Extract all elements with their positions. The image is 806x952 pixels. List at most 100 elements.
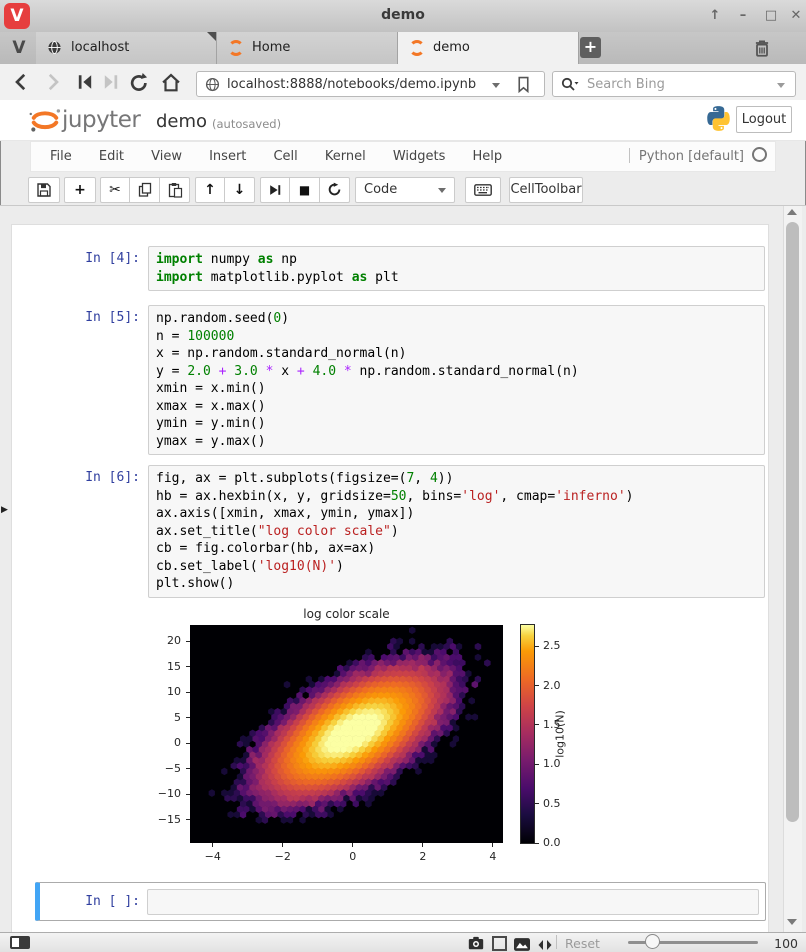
- cell-type-select[interactable]: Code: [355, 177, 455, 203]
- copy-cell-button[interactable]: [130, 177, 160, 203]
- x-tick-mark: [492, 843, 493, 847]
- address-bar[interactable]: localhost:8888/notebooks/demo.ipynb: [196, 71, 545, 97]
- window-rollup-button[interactable]: ↑: [705, 7, 725, 25]
- vivaldi-menu-button[interactable]: V: [8, 37, 30, 59]
- y-tick-label: 0: [148, 736, 181, 749]
- move-cell-up-button[interactable]: ↑: [195, 177, 225, 203]
- globe-icon: [47, 40, 62, 59]
- menu-file[interactable]: File: [31, 142, 83, 171]
- page-actions-button[interactable]: [537, 936, 553, 952]
- new-tab-button[interactable]: +: [580, 37, 601, 58]
- hexbin-plot: [190, 625, 503, 843]
- home-button[interactable]: [160, 72, 182, 92]
- y-tick-label: −10: [148, 787, 181, 800]
- colorbar-tick-mark: [535, 646, 539, 647]
- search-engine-icon[interactable]: [561, 77, 579, 96]
- menu-cell[interactable]: Cell: [262, 142, 308, 171]
- y-tick-label: −15: [148, 813, 181, 826]
- zoom-reset-button[interactable]: Reset: [565, 936, 600, 951]
- save-button[interactable]: [28, 177, 60, 203]
- kernel-name: Python [default]: [639, 149, 744, 164]
- cell-toolbar-button[interactable]: CellToolbar: [509, 177, 583, 203]
- cell-prompt: In [6]:: [20, 469, 140, 487]
- command-palette-button[interactable]: [465, 177, 501, 203]
- colorbar: [521, 625, 534, 843]
- keyboard-icon: [474, 184, 492, 196]
- kernel-separator: [629, 148, 630, 163]
- scrollbar-up-icon[interactable]: [787, 209, 797, 215]
- selected-empty-cell[interactable]: In [ ]:: [35, 882, 766, 921]
- jupyter-favicon-icon: [228, 40, 244, 56]
- colorbar-tick-mark: [535, 724, 539, 725]
- url-dropdown-icon[interactable]: [492, 83, 500, 88]
- add-cell-button[interactable]: +: [64, 177, 96, 203]
- panel-toggle-button[interactable]: [10, 936, 30, 949]
- menu-view[interactable]: View: [140, 142, 193, 171]
- y-tick-mark: [186, 641, 190, 642]
- empty-code-input[interactable]: [147, 889, 759, 915]
- code-cell-input[interactable]: fig, ax = plt.subplots(figsize=(7, 4))hb…: [148, 465, 765, 598]
- move-cell-down-button[interactable]: ↓: [225, 177, 255, 203]
- scrollbar-thumb[interactable]: [786, 222, 799, 822]
- vivaldi-browser-window: V demo ↑ – □ ✕ V localhost Home demo +: [0, 0, 806, 952]
- interrupt-kernel-button[interactable]: ■: [290, 177, 320, 203]
- menu-help[interactable]: Help: [461, 142, 513, 171]
- code-cell-input[interactable]: import numpy as npimport matplotlib.pypl…: [148, 246, 765, 291]
- scrollbar-down-icon[interactable]: [787, 919, 797, 925]
- colorbar-tick-mark: [535, 803, 539, 804]
- capture-page-button[interactable]: [468, 935, 484, 952]
- url-text[interactable]: localhost:8888/notebooks/demo.ipynb: [227, 77, 476, 92]
- menu-widgets[interactable]: Widgets: [382, 142, 457, 171]
- run-cell-button[interactable]: [260, 177, 290, 203]
- fast-forward-button[interactable]: [102, 72, 124, 92]
- jupyter-logo-text[interactable]: jupyter: [62, 107, 140, 133]
- trash-icon[interactable]: [753, 38, 771, 62]
- rewind-button[interactable]: [76, 72, 98, 92]
- notebook-menubar: File Edit View Insert Cell Kernel Widget…: [30, 141, 776, 172]
- menu-kernel[interactable]: Kernel: [314, 142, 377, 171]
- tiling-toggle-button[interactable]: [492, 936, 507, 951]
- colorbar-tick-label: 0.0: [543, 836, 569, 849]
- window-close-button[interactable]: ✕: [786, 7, 806, 25]
- bookmark-icon[interactable]: [517, 76, 530, 97]
- camera-icon: [468, 936, 484, 950]
- tab-label: Home: [252, 40, 290, 55]
- back-button[interactable]: [12, 72, 34, 92]
- tab-localhost[interactable]: localhost: [36, 32, 217, 64]
- zoom-slider-knob[interactable]: [645, 934, 660, 949]
- cell-prompt: In [5]:: [20, 309, 140, 327]
- zoom-level: 100 %: [766, 936, 798, 952]
- tab-home[interactable]: Home: [217, 32, 398, 64]
- window-maximize-button[interactable]: □: [761, 7, 781, 25]
- notebook-title[interactable]: demo: [156, 111, 207, 132]
- image-toggle-button[interactable]: [514, 936, 530, 952]
- run-icon: [268, 183, 282, 197]
- x-tick-mark: [422, 843, 423, 847]
- x-tick-label: 0: [338, 850, 368, 863]
- search-placeholder: Search Bing: [587, 77, 665, 92]
- window-minimize-button[interactable]: –: [733, 7, 753, 25]
- jupyter-logo-icon[interactable]: [26, 104, 64, 140]
- y-tick-label: 10: [148, 685, 181, 698]
- search-dropdown-icon[interactable]: [777, 83, 785, 88]
- menu-insert[interactable]: Insert: [198, 142, 257, 171]
- y-tick-mark: [186, 819, 190, 820]
- image-icon: [514, 938, 530, 951]
- tab-label: demo: [433, 40, 470, 55]
- paste-cell-button[interactable]: [160, 177, 190, 203]
- search-field[interactable]: Search Bing: [552, 71, 796, 97]
- code-cell-input[interactable]: np.random.seed(0)n = 100000x = np.random…: [148, 305, 765, 455]
- menu-edit[interactable]: Edit: [88, 142, 135, 171]
- tab-demo[interactable]: demo: [398, 32, 579, 64]
- reload-button[interactable]: [128, 72, 150, 92]
- forward-button[interactable]: [42, 72, 64, 92]
- panel-toggle-icon[interactable]: ▶: [1, 505, 8, 515]
- y-tick-mark: [186, 692, 190, 693]
- cut-cell-button[interactable]: ✂: [100, 177, 130, 203]
- cell-prompt: In [4]:: [20, 250, 140, 268]
- x-tick-label: −4: [198, 850, 228, 863]
- kernel-indicator: Python [default]: [629, 142, 767, 171]
- logout-button[interactable]: Logout: [736, 106, 792, 133]
- restart-kernel-button[interactable]: [320, 177, 350, 203]
- window-titlebar: V demo ↑ – □ ✕: [0, 0, 806, 33]
